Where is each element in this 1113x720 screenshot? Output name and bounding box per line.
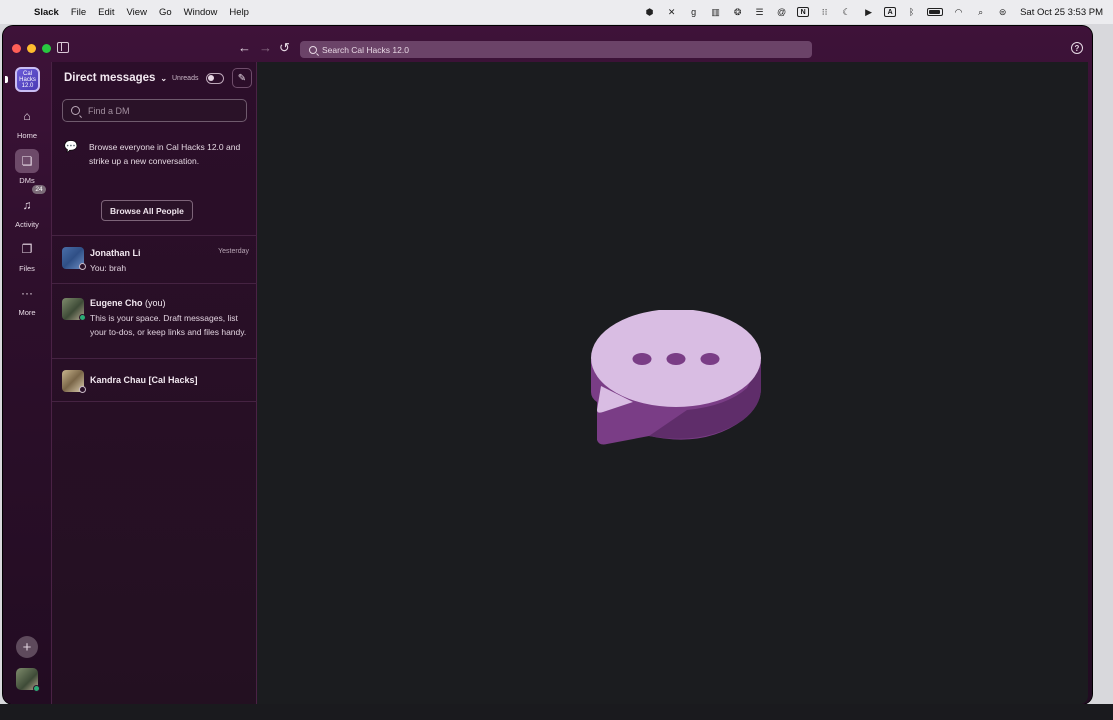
- butterfly-icon[interactable]: ✕: [665, 7, 678, 18]
- menu-bar-clock[interactable]: Sat Oct 25 3:53 PM: [1020, 7, 1103, 18]
- slack-window: ← → ↺ Search Cal Hacks 12.0 ? Cal Hacks …: [3, 26, 1092, 704]
- away-status-dot: [79, 386, 86, 393]
- battery-icon[interactable]: [927, 8, 944, 16]
- compose-icon[interactable]: ✎: [232, 68, 252, 88]
- activity-badge: 24: [32, 185, 46, 194]
- close-window-button[interactable]: [12, 44, 21, 53]
- grammarly-icon[interactable]: g: [687, 7, 700, 18]
- menu-file[interactable]: File: [71, 7, 86, 18]
- input-source-icon[interactable]: A: [884, 7, 897, 17]
- find-dm-field[interactable]: [62, 99, 247, 122]
- rail-item-label: Activity: [15, 220, 39, 229]
- dm-name-text: Eugene Cho: [90, 298, 143, 308]
- dm-name: Eugene Cho (you): [90, 298, 166, 308]
- search-icon: [71, 106, 80, 115]
- dm-row-eugene-cho[interactable]: Eugene Cho (you) This is your space. Dra…: [52, 283, 258, 358]
- dm-name: Jonathan Li: [90, 248, 141, 258]
- menu-app-slack[interactable]: Slack: [34, 7, 59, 18]
- rail-item-label: Files: [19, 264, 35, 273]
- dm-row-kandra-chau[interactable]: Kandra Chau [Cal Hacks]: [52, 358, 258, 402]
- workspace-rail: Cal Hacks 12.0 ⌂ Home ❏ DMs ♫ 24 Activit…: [3, 62, 51, 704]
- unreads-label: Unreads: [172, 75, 199, 82]
- rail-item-label: Home: [16, 131, 37, 140]
- rail-item-label: More: [18, 308, 36, 317]
- wifi-icon[interactable]: ◠: [952, 7, 965, 18]
- main-content-area: [257, 62, 1088, 704]
- dm-panel-title-text: Direct messages: [64, 72, 156, 84]
- workspace-icon[interactable]: Cal Hacks 12.0: [15, 67, 40, 92]
- speech-bubble-illustration: [591, 310, 761, 445]
- spotlight-icon[interactable]: ⌕: [974, 7, 987, 18]
- dm-name: Kandra Chau [Cal Hacks]: [90, 375, 198, 385]
- cube-icon[interactable]: ⬢: [643, 7, 656, 18]
- find-dm-input[interactable]: [88, 105, 238, 116]
- forward-arrow-icon[interactable]: →: [259, 40, 272, 55]
- bubble-dot: [632, 353, 652, 365]
- more-icon: ···: [21, 286, 33, 300]
- search-icon: [309, 45, 317, 54]
- control-center-icon[interactable]: ⊜: [996, 7, 1009, 18]
- menu-go[interactable]: Go: [159, 7, 172, 18]
- search-placeholder: Search Cal Hacks 12.0: [322, 44, 409, 55]
- zoom-window-button[interactable]: [42, 44, 51, 53]
- online-status-dot: [79, 314, 86, 321]
- sidebar-toggle-icon[interactable]: [57, 42, 69, 53]
- active-workspace-marker: [5, 76, 8, 83]
- play-circle-icon[interactable]: ▶: [862, 7, 875, 18]
- speech-bubble-icon: 💬: [64, 141, 78, 153]
- rail-item-dms[interactable]: ❏ DMs: [3, 149, 51, 185]
- dm-preview: You: brah: [90, 263, 127, 273]
- add-workspace-button[interactable]: +: [16, 636, 38, 658]
- back-arrow-icon[interactable]: ←: [238, 40, 251, 55]
- user-avatar[interactable]: [16, 668, 40, 692]
- menu-edit[interactable]: Edit: [98, 7, 114, 18]
- rail-item-label: DMs: [19, 176, 35, 185]
- browse-people-text: Browse everyone in Cal Hacks 12.0 and st…: [89, 142, 241, 166]
- at-icon[interactable]: @: [775, 7, 788, 18]
- dm-timestamp: Yesterday: [218, 248, 249, 255]
- minimize-window-button[interactable]: [27, 44, 36, 53]
- dm-panel-title[interactable]: Direct messages ⌄: [64, 72, 167, 84]
- menu-window[interactable]: Window: [184, 7, 218, 18]
- rail-item-home[interactable]: ⌂ Home: [3, 104, 51, 140]
- you-suffix: (you): [145, 298, 166, 308]
- window-controls: [12, 44, 51, 53]
- workspace-search-bar[interactable]: Search Cal Hacks 12.0: [300, 41, 812, 58]
- bluetooth-icon[interactable]: ᛒ: [905, 7, 918, 18]
- online-status-dot: [33, 685, 40, 692]
- bell-icon: ♫: [22, 198, 32, 212]
- unreads-toggle[interactable]: [206, 73, 224, 84]
- browse-all-people-button[interactable]: Browse All People: [101, 200, 193, 221]
- files-icon: ❐: [21, 242, 33, 256]
- rail-item-more[interactable]: ··· More: [3, 281, 51, 317]
- rail-item-files[interactable]: ❐ Files: [3, 237, 51, 273]
- openai-icon[interactable]: ❂: [731, 7, 744, 18]
- help-icon[interactable]: ?: [1071, 42, 1083, 54]
- home-icon: ⌂: [23, 109, 31, 123]
- waveform-icon[interactable]: ▥: [709, 7, 722, 18]
- desktop-strip: [0, 704, 1113, 720]
- menu-view[interactable]: View: [127, 7, 147, 18]
- dm-row-jonathan-li[interactable]: Jonathan Li Yesterday You: brah: [52, 235, 258, 283]
- bubble-dot: [700, 353, 720, 365]
- chevron-down-icon: ⌄: [160, 73, 168, 83]
- dm-panel: Direct messages ⌄ Unreads ✎ 💬 Browse eve…: [51, 62, 258, 704]
- rail-item-activity[interactable]: ♫ 24 Activity: [3, 185, 51, 229]
- away-status-dot: [79, 263, 86, 270]
- dms-icon: ❏: [15, 149, 39, 173]
- bubble-dot: [666, 353, 686, 365]
- moon-icon[interactable]: ☾: [840, 7, 853, 18]
- history-icon[interactable]: ↺: [279, 40, 290, 56]
- notion-icon[interactable]: N: [797, 7, 810, 17]
- title-bar: ← → ↺ Search Cal Hacks 12.0 ?: [3, 26, 1092, 62]
- grid-icon[interactable]: ⁝⁝: [818, 7, 831, 18]
- stack-icon[interactable]: ☰: [753, 7, 766, 18]
- menu-help[interactable]: Help: [229, 7, 249, 18]
- dm-preview: This is your space. Draft messages, list…: [90, 313, 247, 337]
- macos-menu-bar: Slack File Edit View Go Window Help ⬢ ✕ …: [0, 0, 1113, 24]
